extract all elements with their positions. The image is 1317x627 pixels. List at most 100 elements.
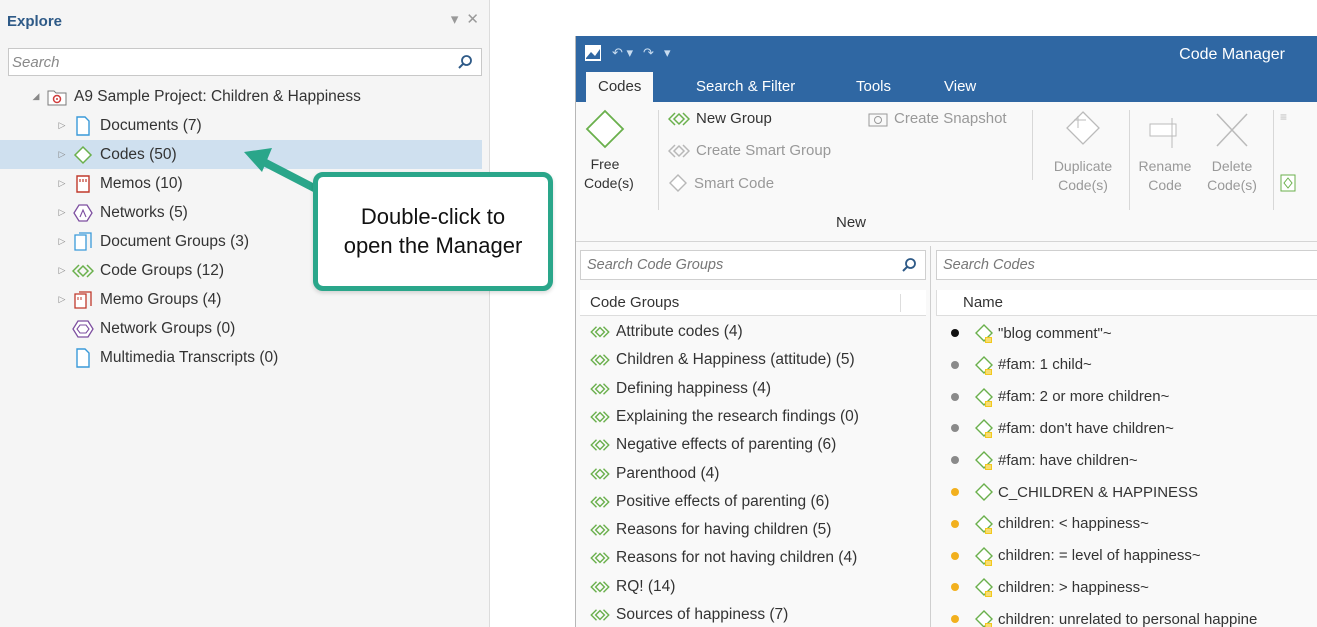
- code-group-list-item[interactable]: Defining happiness (4): [590, 375, 771, 403]
- code-diamond-icon: [975, 514, 993, 534]
- tree-item-documents[interactable]: ▷ Documents (7): [56, 111, 202, 140]
- expand-arrow-icon[interactable]: ▷: [56, 294, 68, 305]
- tab-view[interactable]: View: [932, 72, 988, 102]
- expand-arrow-icon[interactable]: ▷: [56, 120, 68, 131]
- callout-line-2: open the Manager: [343, 232, 523, 258]
- tree-item-memo-groups[interactable]: ▷ Memo Groups (4): [56, 285, 221, 314]
- delete-codes-button[interactable]: Delete Code(s): [1200, 108, 1264, 195]
- free-codes-label-1: Free: [590, 155, 620, 172]
- ribbon: Free Code(s) New Group Create Smart Grou…: [576, 102, 1317, 242]
- code-list-item[interactable]: children: < happiness~: [936, 508, 1149, 540]
- code-color-dot: [951, 360, 959, 369]
- create-snapshot-button[interactable]: Create Snapshot: [868, 110, 1007, 127]
- more-ribbon-icon[interactable]: ≡: [1280, 110, 1287, 124]
- search-icon[interactable]: [901, 257, 917, 273]
- code-group-list-item[interactable]: Negative effects of parenting (6): [590, 431, 836, 459]
- code-group-label: Attribute codes (4): [616, 323, 743, 340]
- code-list-item[interactable]: "blog comment"~: [936, 317, 1112, 349]
- tab-tools[interactable]: Tools: [844, 72, 903, 102]
- tab-search-filter[interactable]: Search & Filter: [684, 72, 807, 102]
- pin-dropdown-icon[interactable]: ▾: [451, 10, 459, 28]
- duplicate-codes-button[interactable]: Duplicate Code(s): [1038, 108, 1128, 195]
- codes-search-input[interactable]: Search Codes: [936, 250, 1317, 280]
- rename-label-2: Code: [1148, 176, 1182, 193]
- pane-splitter[interactable]: [930, 246, 931, 627]
- tree-item-multimedia-transcripts[interactable]: Multimedia Transcripts (0): [72, 343, 278, 372]
- tree-item-networks[interactable]: ▷ Networks (5): [56, 198, 188, 227]
- code-group-label: Negative effects of parenting (6): [616, 436, 837, 454]
- expand-arrow-icon[interactable]: ▷: [56, 265, 68, 276]
- search-icon[interactable]: [457, 54, 473, 70]
- rename-label-1: Rename: [1138, 157, 1192, 174]
- code-list-item[interactable]: #fam: 2 or more children~: [936, 381, 1169, 413]
- expand-arrow-icon[interactable]: ▷: [56, 236, 68, 247]
- duplicate-icon: [1066, 111, 1100, 145]
- tree-item-code-groups[interactable]: ▷ Code Groups (12): [56, 256, 225, 285]
- code-group-icon: [590, 609, 610, 621]
- code-group-list-item[interactable]: Attribute codes (4): [590, 318, 743, 346]
- code-group-list-item[interactable]: Sources of happiness (7): [590, 601, 788, 627]
- smart-code-button[interactable]: Smart Code: [668, 174, 774, 192]
- code-group-list-item[interactable]: Positive effects of parenting (6): [590, 488, 829, 516]
- explore-search-input[interactable]: Search: [8, 48, 482, 76]
- code-name: #fam: have children~: [998, 451, 1138, 469]
- duplicate-label-1: Duplicate: [1053, 157, 1113, 174]
- ribbon-separator: [1129, 110, 1130, 210]
- code-group-list-item[interactable]: Children & Happiness (attitude) (5): [590, 346, 855, 374]
- smart-code-label: Smart Code: [694, 174, 775, 192]
- expand-arrow-icon[interactable]: ▷: [56, 149, 68, 160]
- code-list-item[interactable]: children: = level of happiness~: [936, 540, 1201, 572]
- tree-root-project[interactable]: ◢ A9 Sample Project: Children & Happines…: [30, 82, 361, 111]
- code-diamond-icon: [975, 419, 993, 439]
- title-bar: ↶ ▾ ↷ ▾ Code Manager: [576, 36, 1317, 72]
- code-list-item[interactable]: children: unrelated to personal happine: [936, 603, 1257, 627]
- code-group-list-item[interactable]: Explaining the research findings (0): [590, 403, 859, 431]
- code-list-item[interactable]: C_CHILDREN & HAPPINESS: [936, 476, 1198, 508]
- callout-line-1: Double-click to: [360, 203, 506, 229]
- ribbon-separator: [1273, 110, 1274, 210]
- expand-arrow-icon[interactable]: ▷: [56, 178, 68, 189]
- redo-icon[interactable]: ↷: [643, 45, 654, 61]
- code-group-label: Defining happiness (4): [616, 379, 772, 397]
- undo-icon[interactable]: ↶ ▾: [612, 45, 633, 61]
- tab-codes[interactable]: Codes: [586, 72, 654, 102]
- code-groups-search-input[interactable]: Search Code Groups: [580, 250, 926, 280]
- collapse-arrow-icon[interactable]: ◢: [30, 91, 42, 102]
- code-name: #fam: don't have children~: [998, 419, 1174, 437]
- code-groups-column-header[interactable]: Code Groups: [580, 290, 926, 316]
- code-diamond-icon: [975, 451, 993, 471]
- close-icon[interactable]: ✕: [466, 10, 479, 28]
- code-group-list-item[interactable]: Reasons for not having children (4): [590, 544, 857, 572]
- expand-arrow-icon[interactable]: ▷: [56, 207, 68, 218]
- code-color-icon[interactable]: [1280, 174, 1296, 192]
- tree-item-network-groups[interactable]: Network Groups (0): [72, 314, 235, 343]
- delete-x-icon: [1216, 113, 1248, 147]
- code-name: children: < happiness~: [998, 515, 1149, 533]
- code-list-item[interactable]: #fam: don't have children~: [936, 412, 1174, 444]
- new-group-button[interactable]: New Group: [668, 110, 772, 127]
- create-snapshot-label: Create Snapshot: [894, 110, 1007, 127]
- code-list-item[interactable]: #fam: have children~: [936, 444, 1138, 476]
- code-group-list-item[interactable]: Parenthood (4): [590, 460, 719, 488]
- network-icon: [72, 203, 94, 223]
- code-list-item[interactable]: children: > happiness~: [936, 571, 1149, 603]
- panel-controls[interactable]: ▾ ✕: [451, 10, 479, 28]
- code-group-icon: [590, 524, 610, 536]
- create-smart-group-button[interactable]: Create Smart Group: [668, 142, 831, 159]
- code-group-list-item[interactable]: RQ! (14): [590, 573, 675, 601]
- free-codes-button[interactable]: Free Code(s): [584, 108, 634, 193]
- tree-item-memos[interactable]: ▷ Memos (10): [56, 169, 183, 198]
- window-title: Code Manager: [1179, 46, 1285, 63]
- customize-toolbar-icon[interactable]: ▾: [664, 45, 671, 61]
- code-color-dot: [951, 519, 959, 528]
- code-name: "blog comment"~: [998, 324, 1112, 342]
- rename-code-button[interactable]: Rename Code: [1135, 108, 1195, 195]
- codes-name-column-header[interactable]: Name: [936, 290, 1317, 316]
- memo-icon: [72, 174, 94, 194]
- code-list-item[interactable]: #fam: 1 child~: [936, 349, 1092, 381]
- tree-item-document-groups[interactable]: ▷ Document Groups (3): [56, 227, 249, 256]
- code-diamond-icon: [975, 355, 993, 375]
- code-group-icon: [590, 467, 610, 480]
- duplicate-label-2: Code(s): [1058, 176, 1108, 193]
- code-group-list-item[interactable]: Reasons for having children (5): [590, 516, 831, 544]
